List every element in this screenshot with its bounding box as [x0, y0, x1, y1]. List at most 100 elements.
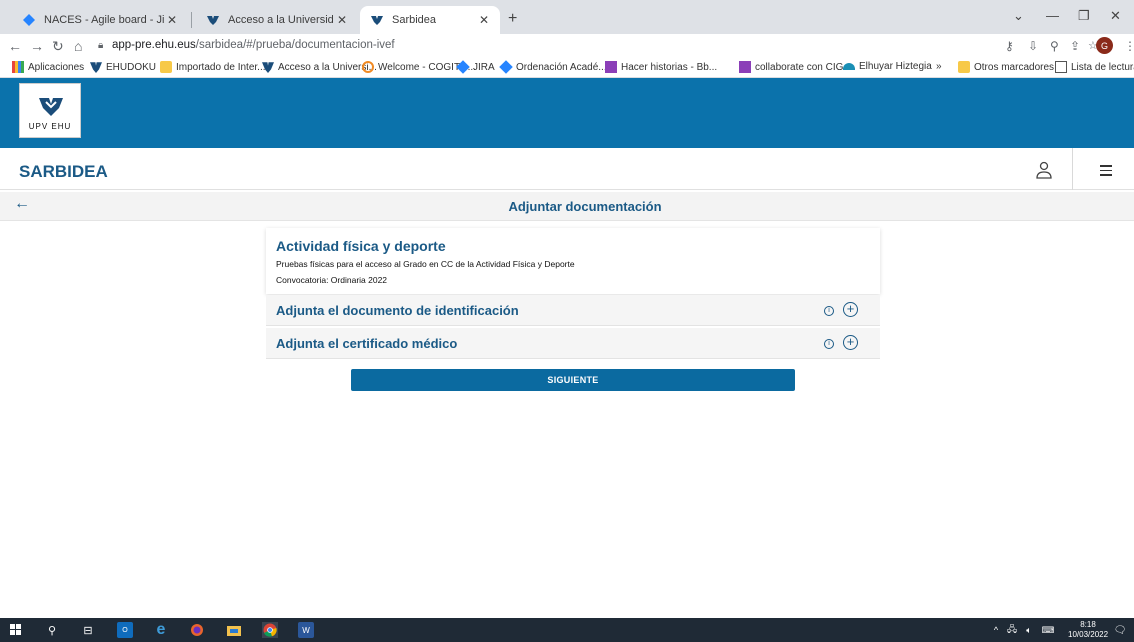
tab-separator: [191, 12, 192, 28]
file-explorer-icon[interactable]: [226, 622, 242, 638]
bookmark-label: Lista de lectura: [1071, 61, 1134, 73]
bookmark-ehudoku[interactable]: EHUDOKU: [90, 61, 156, 73]
app-title: SARBIDEA: [19, 162, 108, 181]
reload-icon[interactable]: ↻: [52, 38, 64, 55]
install-icon[interactable]: ⇩: [1028, 39, 1038, 53]
bookmark-label: JIRA: [473, 61, 495, 73]
close-icon[interactable]: ✕: [334, 13, 350, 27]
volume-icon[interactable]: 🔈︎: [1021, 622, 1037, 638]
accordion-label: Adjunta el certificado médico: [276, 336, 458, 351]
bookmark-historias[interactable]: Hacer historias - Bb...: [605, 61, 717, 73]
reading-list-icon: [1055, 61, 1067, 73]
close-icon[interactable]: ✕: [476, 13, 492, 27]
bookmark-jira[interactable]: JIRA: [456, 60, 495, 74]
bookmark-label: Importado de Inter...: [176, 61, 266, 73]
user-icon[interactable]: [1034, 160, 1054, 180]
bookmark-ordenacion[interactable]: Ordenación Acadé...: [499, 60, 607, 74]
lock-icon[interactable]: 🔒︎: [98, 40, 103, 51]
bookmark-label: EHUDOKU: [106, 61, 157, 73]
accordion-medical-certificate[interactable]: Adjunta el certificado médico i +: [266, 328, 880, 359]
profile-avatar[interactable]: G: [1096, 37, 1113, 54]
forward-arrow-icon[interactable]: →: [30, 38, 44, 54]
browser-tab-acceso[interactable]: Acceso a la Universidad - UPV/EH ✕: [196, 6, 358, 34]
firefox-icon[interactable]: [189, 622, 205, 638]
back-arrow-icon[interactable]: ←: [8, 38, 22, 54]
url-host: app-pre.ehu.eus: [112, 39, 196, 51]
add-circle-icon[interactable]: +: [843, 302, 858, 317]
logo-text: UPV EHU: [28, 122, 72, 131]
upv-ehu-icon: [90, 62, 102, 73]
keyboard-icon[interactable]: ⌨︎: [1040, 622, 1056, 638]
blackboard-icon: [739, 61, 751, 73]
windows-taskbar: ⚲ ⊟ O e W ^ 🖧︎ 🔈︎ ⌨︎ 8:18 10/03/2022 🗨︎: [0, 618, 1134, 642]
browser-tab-jira[interactable]: NACES - Agile board - Jira ✕: [12, 6, 188, 34]
new-tab-button[interactable]: +: [508, 10, 517, 28]
hamburger-menu-icon[interactable]: [1100, 165, 1112, 179]
bookmark-label: Elhuyar Hiztegia: [859, 61, 932, 72]
accordion-identification-document[interactable]: Adjunta el documento de identificación i…: [266, 295, 880, 326]
tab-title: Sarbidea: [392, 14, 437, 26]
address-bar-row: ← → ↻ ⌂ 🔒︎ app-pre.ehu.eus/sarbidea/#/pr…: [0, 34, 1134, 58]
jira-icon: [22, 13, 36, 27]
bookmark-importado[interactable]: Importado de Inter...: [160, 61, 266, 73]
search-icon[interactable]: ⚲: [44, 622, 60, 638]
upv-ehu-logo[interactable]: UPV EHU: [19, 83, 81, 138]
bookmark-otros[interactable]: Otros marcadores: [958, 61, 1054, 73]
site-header: UPV EHU: [0, 78, 1134, 148]
task-view-icon[interactable]: ⊟: [80, 622, 96, 638]
card-convocatoria: Convocatoria: Ordinaria 2022: [276, 275, 388, 285]
jira-icon: [499, 60, 513, 74]
cogito-icon: [362, 61, 374, 73]
browser-tab-sarbidea[interactable]: Sarbidea ✕: [360, 6, 500, 34]
close-icon[interactable]: ✕: [164, 13, 180, 27]
share-icon[interactable]: ⇪: [1070, 39, 1080, 53]
upv-ehu-icon: [206, 13, 220, 27]
url-path: /sarbidea/#/prueba/documentacion-ivef: [195, 39, 395, 51]
home-icon[interactable]: ⌂: [74, 38, 82, 54]
browser-tab-strip: NACES - Agile board - Jira ✕ Acceso a la…: [0, 0, 1134, 34]
app-title-bar: SARBIDEA: [0, 148, 1134, 190]
clock-time: 8:18: [1080, 620, 1096, 629]
upv-ehu-emblem-icon: [39, 98, 63, 116]
word-icon[interactable]: W: [298, 622, 314, 638]
info-icon[interactable]: i: [824, 339, 834, 349]
clock[interactable]: 8:18 10/03/2022: [1068, 620, 1108, 640]
restore-button[interactable]: ❐: [1078, 8, 1090, 24]
windows-start-icon[interactable]: [8, 622, 24, 638]
url-field[interactable]: app-pre.ehu.eus/sarbidea/#/prueba/docume…: [112, 39, 395, 51]
page-title: Adjuntar documentación: [508, 199, 662, 214]
bookmark-elhuyar[interactable]: Elhuyar Hiztegia: [843, 61, 932, 72]
card-description: Pruebas físicas para el acceso al Grado …: [276, 259, 575, 269]
card-title: Actividad física y deporte: [276, 238, 446, 254]
page-subheader: ← Adjuntar documentación: [0, 192, 1134, 221]
bookmark-label: Otros marcadores: [974, 61, 1055, 73]
bookmarks-overflow[interactable]: »: [936, 61, 942, 72]
next-button[interactable]: SIGUIENTE: [351, 369, 795, 391]
bookmark-collaborate[interactable]: collaborate con CIG: [739, 61, 843, 73]
window-close-button[interactable]: ✕: [1110, 8, 1121, 24]
tab-title: NACES - Agile board - Jira: [44, 14, 164, 26]
bookmark-label: collaborate con CIG: [755, 61, 844, 73]
tab-title: Acceso a la Universidad - UPV/EH: [228, 14, 334, 26]
bookmark-lectura[interactable]: Lista de lectura: [1055, 61, 1134, 73]
exam-info-card: Actividad física y deporte Pruebas físic…: [266, 228, 880, 294]
bookmark-apps[interactable]: Aplicaciones: [12, 61, 84, 73]
upv-ehu-icon: [262, 62, 274, 73]
bookmark-acceso[interactable]: Acceso a la Universi...: [262, 61, 377, 73]
tray-chevron-icon[interactable]: ^: [988, 622, 1004, 638]
add-circle-icon[interactable]: +: [843, 335, 858, 350]
network-icon[interactable]: 🖧︎: [1004, 622, 1020, 638]
folder-icon: [958, 61, 970, 73]
outlook-icon[interactable]: O: [117, 622, 133, 638]
jira-icon: [456, 60, 470, 74]
more-menu-icon[interactable]: ⋮: [1124, 39, 1134, 53]
tab-search-icon[interactable]: ⌄: [1013, 8, 1024, 24]
info-icon[interactable]: i: [824, 306, 834, 316]
chrome-icon[interactable]: [262, 622, 278, 638]
clock-date: 10/03/2022: [1068, 630, 1109, 639]
minimize-button[interactable]: —: [1046, 8, 1059, 23]
key-icon[interactable]: ⚷: [1005, 39, 1014, 53]
internet-explorer-icon[interactable]: e: [153, 621, 169, 638]
zoom-icon[interactable]: ⚲: [1050, 39, 1059, 53]
notifications-icon[interactable]: 🗨︎: [1112, 622, 1128, 638]
